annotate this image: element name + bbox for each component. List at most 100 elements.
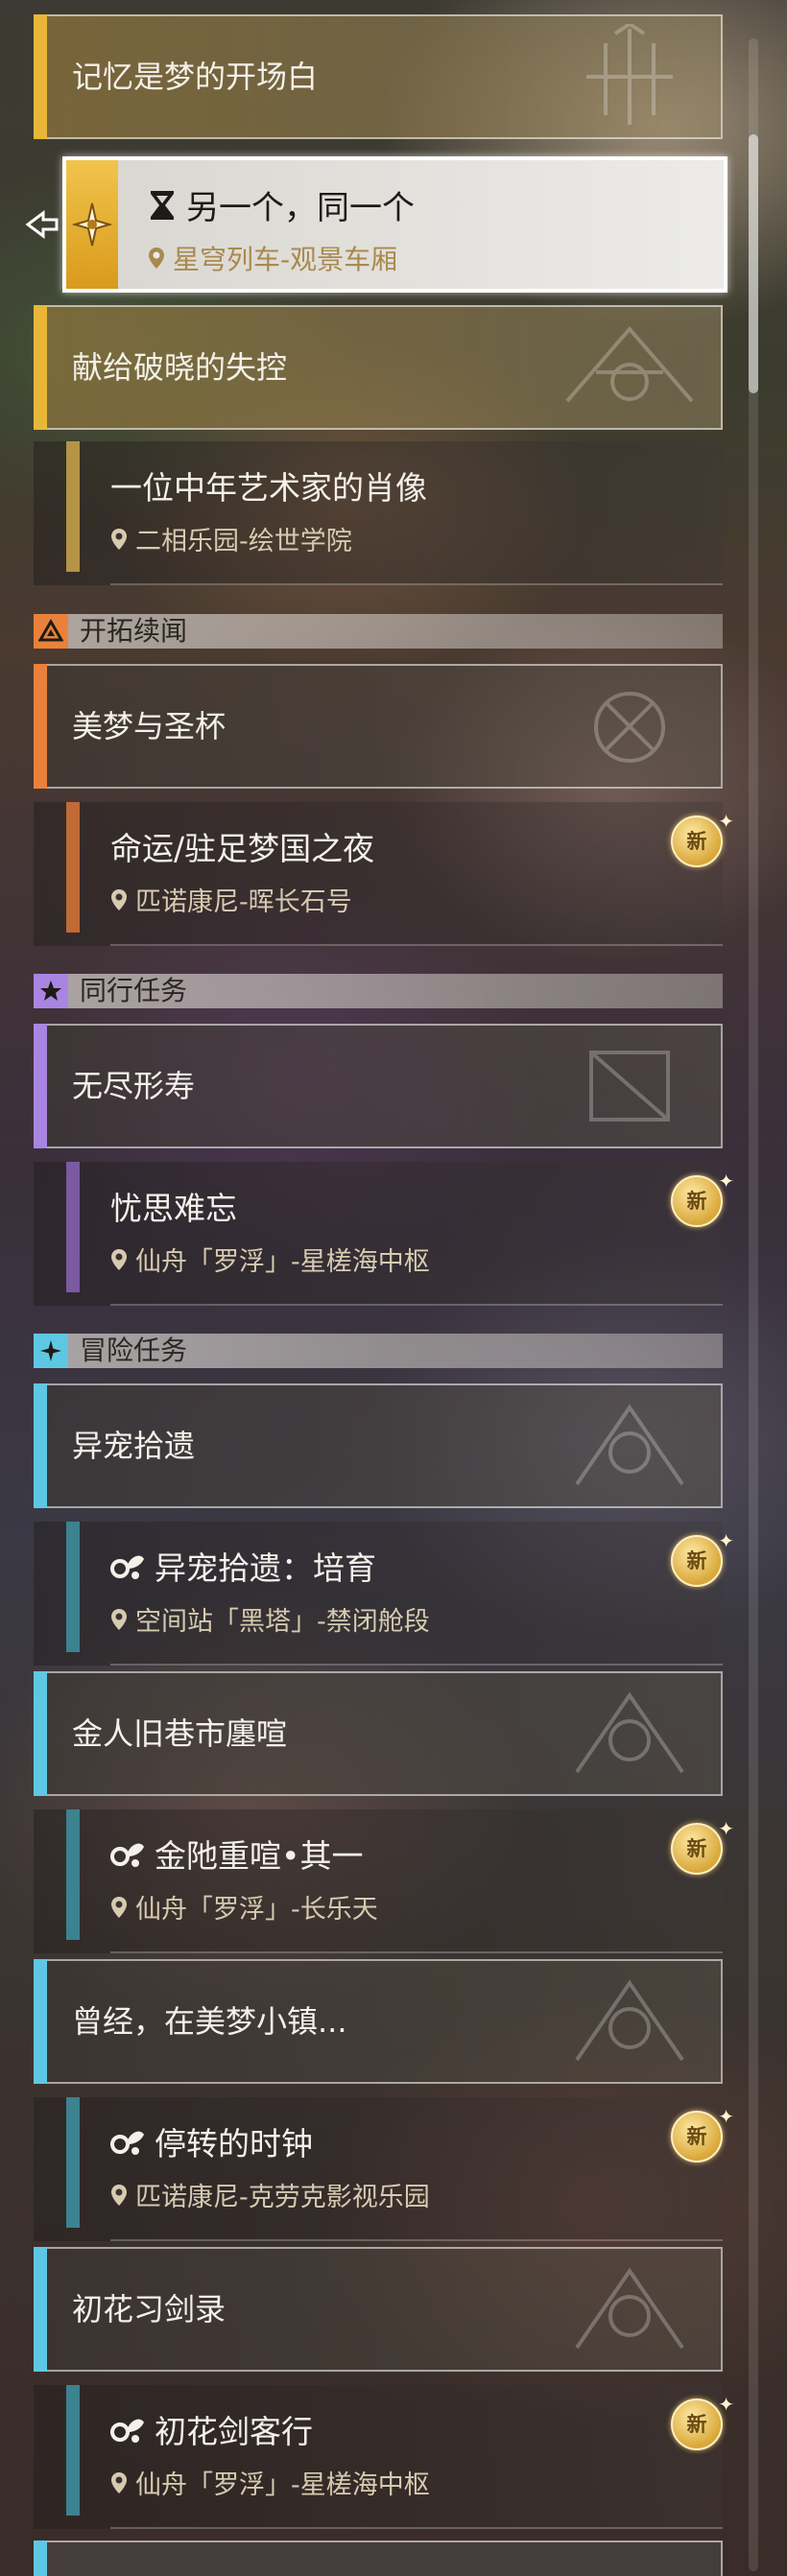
quest-location-row: 匹诺康尼-克劳克影视乐园	[110, 2176, 430, 2213]
quest-title-row: 初花剑客行	[110, 2406, 313, 2452]
quest-row-sub[interactable]: 停转的时钟 匹诺康尼-克劳克影视乐园 新 ✦	[34, 2097, 734, 2241]
quest-title: 美梦与圣杯	[72, 708, 227, 744]
quest-row-sub[interactable]: 一位中年艺术家的肖像 二相乐园-绘世学院	[34, 441, 723, 585]
location-pin-icon	[111, 528, 127, 550]
sub-accent-bar	[66, 1522, 80, 1652]
quest-title-row: 金阤重喧•其一	[110, 1831, 363, 1877]
quest-location-row: 仙舟「罗浮」-星槎海中枢	[110, 1241, 430, 1278]
sub-accent-bar	[66, 441, 80, 572]
quest-title: 命运/驻足梦国之夜	[110, 830, 375, 867]
quest-row-main[interactable]: 无尽形寿	[34, 1024, 723, 1148]
quest-location: 仙舟「罗浮」-星槎海中枢	[135, 1247, 430, 1277]
accent-bar	[34, 14, 47, 139]
new-badge: 新 ✦	[667, 810, 736, 869]
location-pin-icon	[111, 888, 127, 910]
quest-title: 献给破晓的失控	[72, 349, 288, 386]
scrollbar-track[interactable]	[749, 38, 758, 2571]
star-emblem-icon	[71, 202, 113, 247]
quest-row-sub[interactable]: 异宠拾遗：培育 空间站「黑塔」-禁闭舱段 新 ✦	[34, 1522, 734, 1666]
quest-location: 仙舟「罗浮」-长乐天	[135, 1895, 378, 1925]
location-pin-icon	[111, 1248, 127, 1270]
quest-location-row: 仙舟「罗浮」-星槎海中枢	[110, 2464, 430, 2501]
accent-bar	[34, 2541, 47, 2576]
mission-type-tile	[66, 160, 118, 289]
quest-title: 停转的时钟	[155, 2125, 313, 2162]
quest-title: 另一个，同一个	[186, 189, 415, 227]
quest-row-sub[interactable]: 金阤重喧•其一 仙舟「罗浮」-长乐天 新 ✦	[34, 1809, 734, 1953]
quest-title: 初花习剑录	[72, 2291, 227, 2328]
adventure-compass-icon	[40, 1340, 61, 1361]
sparkle-icon: ✦	[718, 810, 734, 833]
quest-title-row: 异宠拾遗：培育	[110, 1543, 376, 1589]
quest-title-row: 忧思难忘	[110, 1183, 237, 1229]
paw-adventure-icon	[110, 1843, 144, 1867]
quest-title: 初花剑客行	[155, 2413, 313, 2450]
quest-title-row: 另一个，同一个	[148, 181, 415, 228]
row-divider	[110, 944, 723, 946]
quest-title: 异宠拾遗	[72, 1428, 196, 1464]
new-badge-label: 新	[671, 1823, 723, 1875]
quest-title: 一位中年艺术家的肖像	[110, 469, 427, 507]
trailblaze-emblem-icon	[565, 325, 694, 403]
quest-location: 匹诺康尼-克劳克影视乐园	[135, 2183, 430, 2212]
quest-title: 异宠拾遗：培育	[155, 1549, 376, 1587]
quest-row-sub[interactable]: 初花剑客行 仙舟「罗浮」-星槎海中枢 新 ✦	[34, 2385, 734, 2529]
adventure-emblem-icon	[575, 1691, 684, 1774]
selected-quest-card[interactable]: 另一个，同一个 星穹列车-观景车厢	[62, 156, 727, 293]
category-label: 同行任务	[80, 975, 188, 1006]
category-label: 开拓续闻	[80, 615, 188, 647]
sub-accent-bar	[66, 802, 80, 933]
continuance-emblem-icon	[594, 692, 665, 763]
sub-accent-bar	[66, 1162, 80, 1292]
quest-row-sub[interactable]: 忧思难忘 仙舟「罗浮」-星槎海中枢 新 ✦	[34, 1162, 734, 1306]
new-badge: 新 ✦	[667, 1817, 736, 1877]
quest-location-row: 空间站「黑塔」-禁闭舱段	[110, 1600, 430, 1638]
adventure-emblem-icon	[575, 1979, 684, 2062]
location-pin-icon	[111, 1896, 127, 1918]
paw-adventure-icon	[110, 1555, 144, 1579]
quest-row-main[interactable]: 献给破晓的失控	[34, 305, 723, 430]
accent-bar	[34, 305, 47, 430]
quest-row-main-partial[interactable]	[34, 2541, 723, 2576]
quest-row-main[interactable]: 曾经，在美梦小镇...	[34, 1959, 723, 2084]
quest-location: 匹诺康尼-晖长石号	[135, 887, 352, 917]
companion-star-icon	[40, 981, 61, 1001]
new-badge-label: 新	[671, 1175, 723, 1227]
location-pin-icon	[111, 1608, 127, 1630]
new-badge-label: 新	[671, 2111, 723, 2162]
continuance-icon	[38, 619, 63, 642]
quest-row-sub[interactable]: 命运/驻足梦国之夜 匹诺康尼-晖长石号 新 ✦	[34, 802, 734, 946]
scrollbar-thumb[interactable]	[749, 134, 758, 393]
quest-title: 忧思难忘	[110, 1190, 237, 1227]
new-badge: 新 ✦	[667, 2105, 736, 2164]
quest-row-main[interactable]: 初花习剑录	[34, 2247, 723, 2372]
row-divider	[110, 2239, 723, 2241]
category-icon-box	[34, 974, 68, 1008]
new-badge: 新 ✦	[667, 2393, 736, 2452]
quest-row-main[interactable]: 美梦与圣杯	[34, 664, 723, 789]
accent-bar	[34, 2247, 47, 2372]
category-header-adventure: 冒险任务	[34, 1334, 723, 1368]
row-divider	[110, 1664, 723, 1666]
row-divider	[110, 583, 723, 585]
new-badge-label: 新	[671, 1535, 723, 1587]
hourglass-icon	[151, 190, 174, 220]
quest-title-row: 停转的时钟	[110, 2118, 313, 2164]
quest-location-row: 匹诺康尼-晖长石号	[110, 881, 352, 918]
quest-row-main[interactable]: 记忆是梦的开场白	[34, 14, 723, 139]
sub-accent-bar	[66, 2097, 80, 2228]
accent-bar	[34, 1024, 47, 1148]
paw-adventure-icon	[110, 2131, 144, 2155]
new-badge-label: 新	[671, 815, 723, 867]
category-header-companion: 同行任务	[34, 974, 723, 1008]
new-badge-label: 新	[671, 2399, 723, 2450]
quest-location: 空间站「黑塔」-禁闭舱段	[135, 1607, 430, 1637]
quest-title: 金阤重喧•其一	[155, 1837, 364, 1875]
accent-bar	[34, 1671, 47, 1796]
new-badge: 新 ✦	[667, 1170, 736, 1229]
trailblaze-emblem-icon	[586, 24, 673, 125]
quest-title-row: 命运/驻足梦国之夜	[110, 823, 374, 869]
quest-row-main[interactable]: 异宠拾遗	[34, 1383, 723, 1508]
location-pin-icon	[111, 2471, 127, 2493]
quest-row-main[interactable]: 金人旧巷市廛喧	[34, 1671, 723, 1796]
